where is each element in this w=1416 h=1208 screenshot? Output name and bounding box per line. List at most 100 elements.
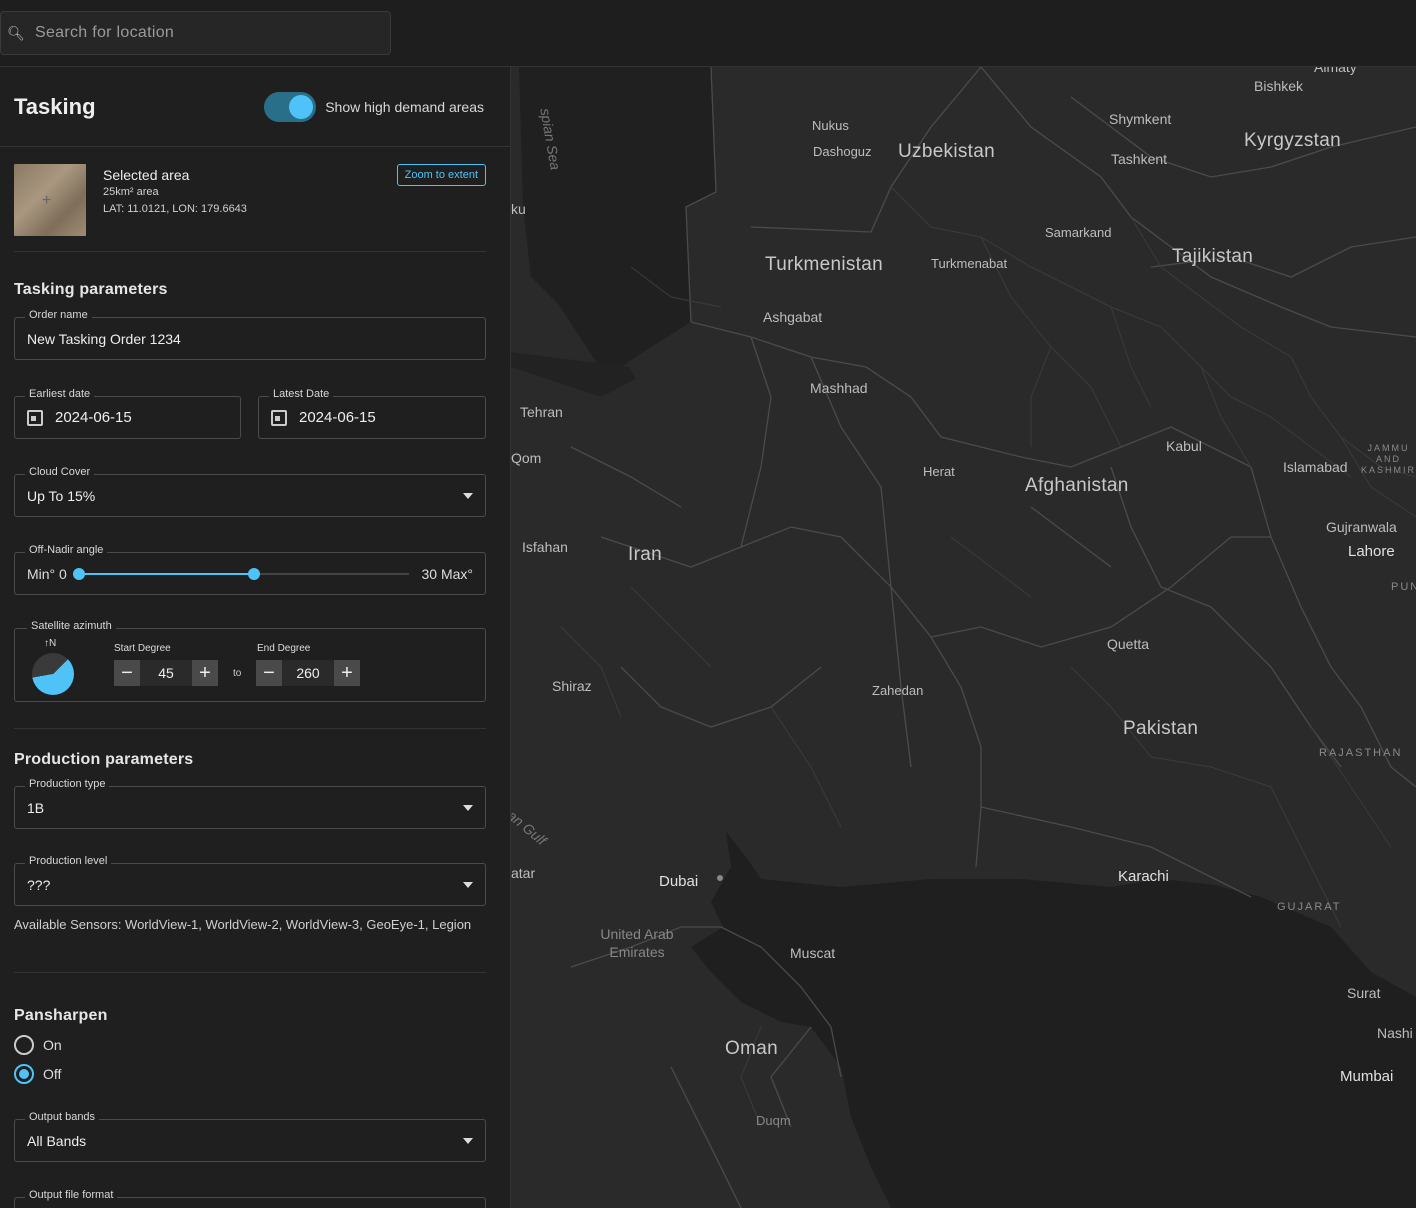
map-label-turkmenabat: Turkmenabat bbox=[931, 256, 1008, 271]
calendar-icon[interactable] bbox=[271, 409, 287, 426]
off-nadir-slider[interactable] bbox=[72, 564, 410, 584]
slider-max-handle[interactable] bbox=[248, 567, 261, 580]
map-label-oman: Oman bbox=[725, 1038, 778, 1059]
map-label-nukus: Nukus bbox=[812, 118, 849, 133]
map-label-jammu-kashmir: JAMMU AND KASHMIR bbox=[1361, 443, 1416, 475]
map-label-nashik: Nashi bbox=[1377, 1025, 1413, 1041]
map-label-baku: ku bbox=[511, 201, 526, 217]
map-label-zahedan: Zahedan bbox=[872, 683, 924, 698]
start-degree-label: Start Degree bbox=[114, 643, 171, 654]
map-view[interactable]: Almaty Bishkek Nukus Dashoguz Uzbekistan… bbox=[511, 67, 1416, 1208]
map-label-surat: Surat bbox=[1347, 985, 1381, 1001]
selected-area: + Selected area 25km² area LAT: 11.0121,… bbox=[14, 164, 486, 252]
start-decrement-button[interactable]: − bbox=[114, 660, 140, 686]
calendar-icon[interactable] bbox=[27, 409, 43, 426]
chevron-down-icon[interactable] bbox=[463, 1137, 473, 1144]
map-label-turkmenistan: Turkmenistan bbox=[765, 254, 883, 275]
start-degree-stepper: − 45 + bbox=[114, 660, 218, 686]
toggle-knob bbox=[289, 94, 314, 119]
map-label-samarkand: Samarkand bbox=[1045, 225, 1112, 240]
selected-area-size: 25km² area bbox=[103, 186, 159, 198]
area-thumbnail: + bbox=[14, 164, 86, 236]
order-name-value[interactable]: New Tasking Order 1234 bbox=[27, 331, 473, 347]
end-degree-value[interactable]: 260 bbox=[282, 660, 334, 686]
dubai-marker bbox=[717, 875, 723, 881]
map-label-almaty: Almaty bbox=[1314, 67, 1357, 75]
panel-title: Tasking bbox=[14, 93, 96, 119]
slider-min-handle[interactable] bbox=[72, 567, 85, 580]
map-label-dashoguz: Dashoguz bbox=[813, 144, 872, 159]
pansharpen-on-label: On bbox=[43, 1037, 62, 1053]
map-label-islamabad: Islamabad bbox=[1283, 459, 1348, 475]
top-bar: 🔍︎ bbox=[0, 0, 1416, 67]
map-label-uzbekistan: Uzbekistan bbox=[898, 141, 995, 162]
map-basemap bbox=[511, 67, 1416, 1208]
map-label-punjab: PUN bbox=[1391, 581, 1416, 593]
satellite-azimuth-field: Satellite azimuth ↑N Start Degree − 45 +… bbox=[14, 620, 486, 702]
latest-date-label: Latest Date bbox=[269, 388, 334, 400]
output-file-format-select[interactable]: Output file format bbox=[14, 1189, 486, 1208]
radio-button-selected[interactable] bbox=[14, 1064, 34, 1084]
production-level-select[interactable]: Production level ??? bbox=[14, 855, 486, 906]
latest-date-value[interactable]: 2024-06-15 bbox=[299, 409, 473, 426]
map-label-uae: United Arab Emirates bbox=[600, 926, 674, 960]
start-degree-value[interactable]: 45 bbox=[140, 660, 192, 686]
map-label-mumbai: Mumbai bbox=[1340, 1068, 1394, 1085]
search-input[interactable] bbox=[31, 24, 390, 42]
selected-area-coords: LAT: 11.0121, LON: 179.6643 bbox=[103, 203, 247, 215]
zoom-to-extent-button[interactable]: Zoom to extent bbox=[396, 164, 486, 186]
search-icon: 🔍︎ bbox=[7, 24, 25, 41]
search-box[interactable]: 🔍︎ bbox=[0, 11, 391, 55]
production-parameters-title: Production parameters bbox=[14, 751, 194, 768]
nadir-min-label: Min° 0 bbox=[27, 565, 67, 582]
map-label-iran: Iran bbox=[628, 544, 662, 565]
map-label-karachi: Karachi bbox=[1118, 868, 1169, 885]
earliest-date-field[interactable]: Earliest date 2024-06-15 bbox=[14, 388, 241, 439]
map-label-muscat: Muscat bbox=[790, 945, 836, 961]
map-label-shiraz: Shiraz bbox=[552, 678, 592, 694]
map-label-ashgabat: Ashgabat bbox=[763, 309, 823, 325]
map-label-gujarat: GUJARAT bbox=[1277, 901, 1342, 913]
map-label-herat: Herat bbox=[923, 464, 955, 479]
production-type-value: 1B bbox=[27, 799, 45, 816]
chevron-down-icon[interactable] bbox=[463, 881, 473, 888]
map-label-isfahan: Isfahan bbox=[522, 539, 568, 555]
map-label-tajikistan: Tajikistan bbox=[1172, 246, 1254, 267]
earliest-date-value[interactable]: 2024-06-15 bbox=[55, 409, 228, 426]
off-nadir-field: Off-Nadir angle Min° 0 30 Max° bbox=[14, 544, 486, 595]
end-increment-button[interactable]: + bbox=[334, 660, 360, 686]
divider bbox=[14, 251, 486, 252]
output-bands-value: All Bands bbox=[27, 1132, 87, 1149]
map-label-rajasthan: RAJASTHAN bbox=[1319, 747, 1403, 759]
map-label-bishkek: Bishkek bbox=[1254, 78, 1304, 94]
selected-area-title: Selected area bbox=[103, 167, 190, 183]
end-decrement-button[interactable]: − bbox=[256, 660, 282, 686]
map-label-qom: Qom bbox=[511, 450, 542, 466]
order-name-label: Order name bbox=[25, 309, 92, 321]
latest-date-field[interactable]: Latest Date 2024-06-15 bbox=[258, 388, 486, 439]
slider-fill bbox=[78, 572, 255, 575]
cloud-cover-label: Cloud Cover bbox=[25, 466, 95, 478]
map-label-tehran: Tehran bbox=[520, 404, 563, 420]
output-bands-select[interactable]: Output bands All Bands bbox=[14, 1111, 486, 1162]
pansharpen-on-option[interactable]: On bbox=[14, 1035, 62, 1055]
chevron-down-icon[interactable] bbox=[463, 492, 473, 499]
map-label-dubai: Dubai bbox=[659, 873, 699, 890]
end-degree-label: End Degree bbox=[257, 643, 311, 654]
radio-button[interactable] bbox=[14, 1035, 34, 1055]
high-demand-label: Show high demand areas bbox=[325, 98, 484, 115]
map-label-qatar: atar bbox=[511, 865, 536, 881]
chevron-down-icon[interactable] bbox=[463, 804, 473, 811]
production-level-value: ??? bbox=[27, 876, 51, 893]
divider bbox=[14, 728, 486, 729]
map-label-afghanistan: Afghanistan bbox=[1025, 475, 1129, 496]
to-label: to bbox=[233, 668, 242, 679]
start-increment-button[interactable]: + bbox=[192, 660, 218, 686]
order-name-field[interactable]: Order name New Tasking Order 1234 bbox=[14, 309, 486, 360]
map-label-pakistan: Pakistan bbox=[1123, 718, 1199, 739]
production-type-select[interactable]: Production type 1B bbox=[14, 778, 486, 829]
high-demand-toggle[interactable] bbox=[264, 91, 317, 122]
cloud-cover-select[interactable]: Cloud Cover Up To 15% bbox=[14, 466, 486, 517]
tasking-parameters-title: Tasking parameters bbox=[14, 281, 168, 298]
pansharpen-off-option[interactable]: Off bbox=[14, 1064, 61, 1084]
